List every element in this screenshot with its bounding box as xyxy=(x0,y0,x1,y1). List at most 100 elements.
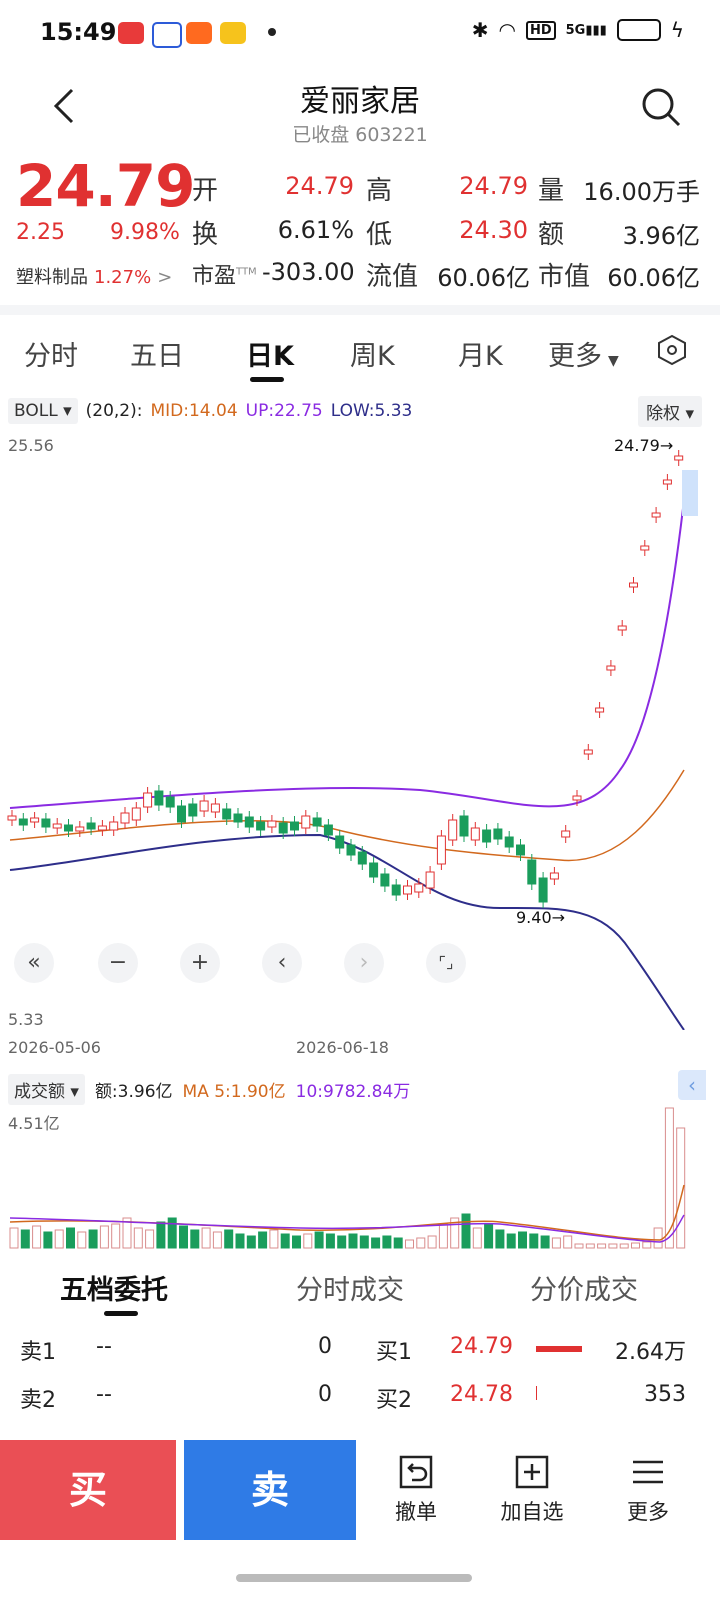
chevron-right-icon: > xyxy=(157,267,173,288)
amount-value: 3.96亿 xyxy=(622,222,700,250)
candle-body xyxy=(357,851,367,865)
candle-body xyxy=(617,625,627,631)
sector-link[interactable]: 塑料制品 1.27% > xyxy=(16,263,172,289)
volume-bar xyxy=(574,1243,584,1249)
buy-button[interactable]: 买 xyxy=(0,1440,176,1540)
tab-monthly-k[interactable]: 月K xyxy=(458,334,503,373)
scroll-left-button[interactable]: ‹ xyxy=(262,943,302,983)
candle-body xyxy=(549,872,559,880)
volume-bar xyxy=(540,1235,550,1249)
volume-bar xyxy=(235,1233,245,1249)
fullscreen-button[interactable]: ⌜⌟ xyxy=(426,943,466,983)
status-time: 15:49 xyxy=(40,18,117,46)
search-button[interactable] xyxy=(640,86,681,127)
volume-bar xyxy=(382,1235,392,1249)
volume-ma5-line xyxy=(9,1184,685,1241)
signal-icon: 5G▮▮▮ xyxy=(565,22,607,38)
search-icon xyxy=(642,88,681,127)
volume-bar xyxy=(416,1237,426,1249)
volume-value: 16.00万手 xyxy=(583,178,700,206)
candle-body xyxy=(120,812,130,824)
candle-body xyxy=(414,883,424,893)
volume-bar xyxy=(303,1233,313,1249)
cancel-order-button[interactable]: 撤单 xyxy=(356,1440,476,1540)
tab-order-book[interactable]: 五档委托 xyxy=(60,1268,168,1307)
add-watchlist-button[interactable]: 加自选 xyxy=(472,1440,592,1540)
candle-body xyxy=(572,795,582,801)
kline-chart[interactable] xyxy=(0,430,720,1030)
volume-panel-highlight xyxy=(682,470,698,516)
candle-body xyxy=(143,792,153,808)
sector-name: 塑料制品 xyxy=(16,267,88,288)
boll-up: UP:22.75 xyxy=(245,401,323,421)
volume-bar xyxy=(325,1233,335,1249)
boll-upper-line xyxy=(9,499,685,809)
volume-bar xyxy=(246,1235,256,1249)
more-menu-button[interactable]: 更多 xyxy=(588,1440,708,1540)
candle-body xyxy=(504,836,514,848)
candle-body xyxy=(301,815,311,829)
candle-body xyxy=(267,820,277,828)
order-book-tab-indicator xyxy=(104,1311,138,1316)
chart-settings-button[interactable] xyxy=(656,334,688,366)
volume-bar xyxy=(258,1231,268,1249)
indicator-select[interactable]: BOLL ▾ xyxy=(8,398,78,424)
volume-bar xyxy=(77,1231,87,1249)
volume-bar xyxy=(529,1233,539,1249)
volume-bar xyxy=(145,1229,155,1249)
sell2-price: -- xyxy=(96,1382,112,1407)
candle-body xyxy=(177,805,186,823)
sell-button[interactable]: 卖 xyxy=(184,1440,356,1540)
indicator-row: BOLL ▾ (20,2): MID:14.04 UP:22.75 LOW:5.… xyxy=(8,398,412,424)
app-icon xyxy=(220,22,246,44)
candle-body xyxy=(154,790,164,806)
buy2-vol: 353 xyxy=(644,1382,686,1407)
candle-body xyxy=(312,817,322,827)
volume-bar xyxy=(653,1227,663,1249)
pe-value: -303.00 xyxy=(262,258,355,286)
candle-body xyxy=(30,817,40,823)
tab-weekly-k[interactable]: 周K xyxy=(350,334,395,373)
float-label: 流值 xyxy=(366,262,419,292)
volume-bar xyxy=(438,1223,448,1249)
candle-body xyxy=(256,821,266,831)
volume-amount: 额:3.96亿 xyxy=(94,1082,173,1102)
tab-daily-k[interactable]: 日K xyxy=(246,334,294,373)
candle-body xyxy=(131,807,141,821)
volume-bar xyxy=(292,1235,301,1249)
volume-bar xyxy=(484,1223,494,1249)
baidu-icon xyxy=(152,22,182,48)
candle-body xyxy=(290,821,299,831)
tab-more[interactable]: 更多 ▼ xyxy=(548,334,619,373)
volume-bar xyxy=(280,1233,290,1249)
candle-body xyxy=(674,455,684,461)
caret-down-icon: ▼ xyxy=(608,353,619,369)
candle-body xyxy=(18,818,28,826)
date-mid: 2026-06-18 xyxy=(296,1038,389,1057)
tab-tick-trades[interactable]: 分时成交 xyxy=(296,1268,404,1307)
sell1-vol: 0 xyxy=(318,1334,332,1359)
volume-bar xyxy=(405,1239,414,1249)
charging-icon: ϟ xyxy=(670,18,684,42)
open-label: 开 xyxy=(192,176,219,206)
buy2-volume-bar xyxy=(536,1386,537,1400)
adjust-select[interactable]: 除权 ▾ xyxy=(638,396,702,427)
candle-body xyxy=(459,815,469,837)
tab-five-day[interactable]: 五日 xyxy=(130,334,184,373)
zoom-out-button[interactable]: − xyxy=(98,943,138,983)
tab-intraday[interactable]: 分时 xyxy=(24,334,78,373)
float-value: 60.06亿 xyxy=(437,264,530,292)
sell1-label: 卖1 xyxy=(20,1340,56,1365)
candle-body xyxy=(470,827,480,841)
panel-collapse-button[interactable]: ‹ xyxy=(678,1070,706,1100)
zoom-in-button[interactable]: + xyxy=(180,943,220,983)
volume-bar xyxy=(563,1235,573,1249)
add-watchlist-label: 加自选 xyxy=(500,1500,564,1524)
volume-bar xyxy=(427,1235,437,1249)
tab-price-trades[interactable]: 分价成交 xyxy=(530,1268,638,1307)
scroll-right-button[interactable]: › xyxy=(344,943,384,983)
scroll-start-button[interactable]: « xyxy=(14,943,54,983)
volume-bar xyxy=(551,1237,561,1249)
stock-name: 爱丽家居 xyxy=(300,84,420,119)
candle-body xyxy=(222,808,232,820)
